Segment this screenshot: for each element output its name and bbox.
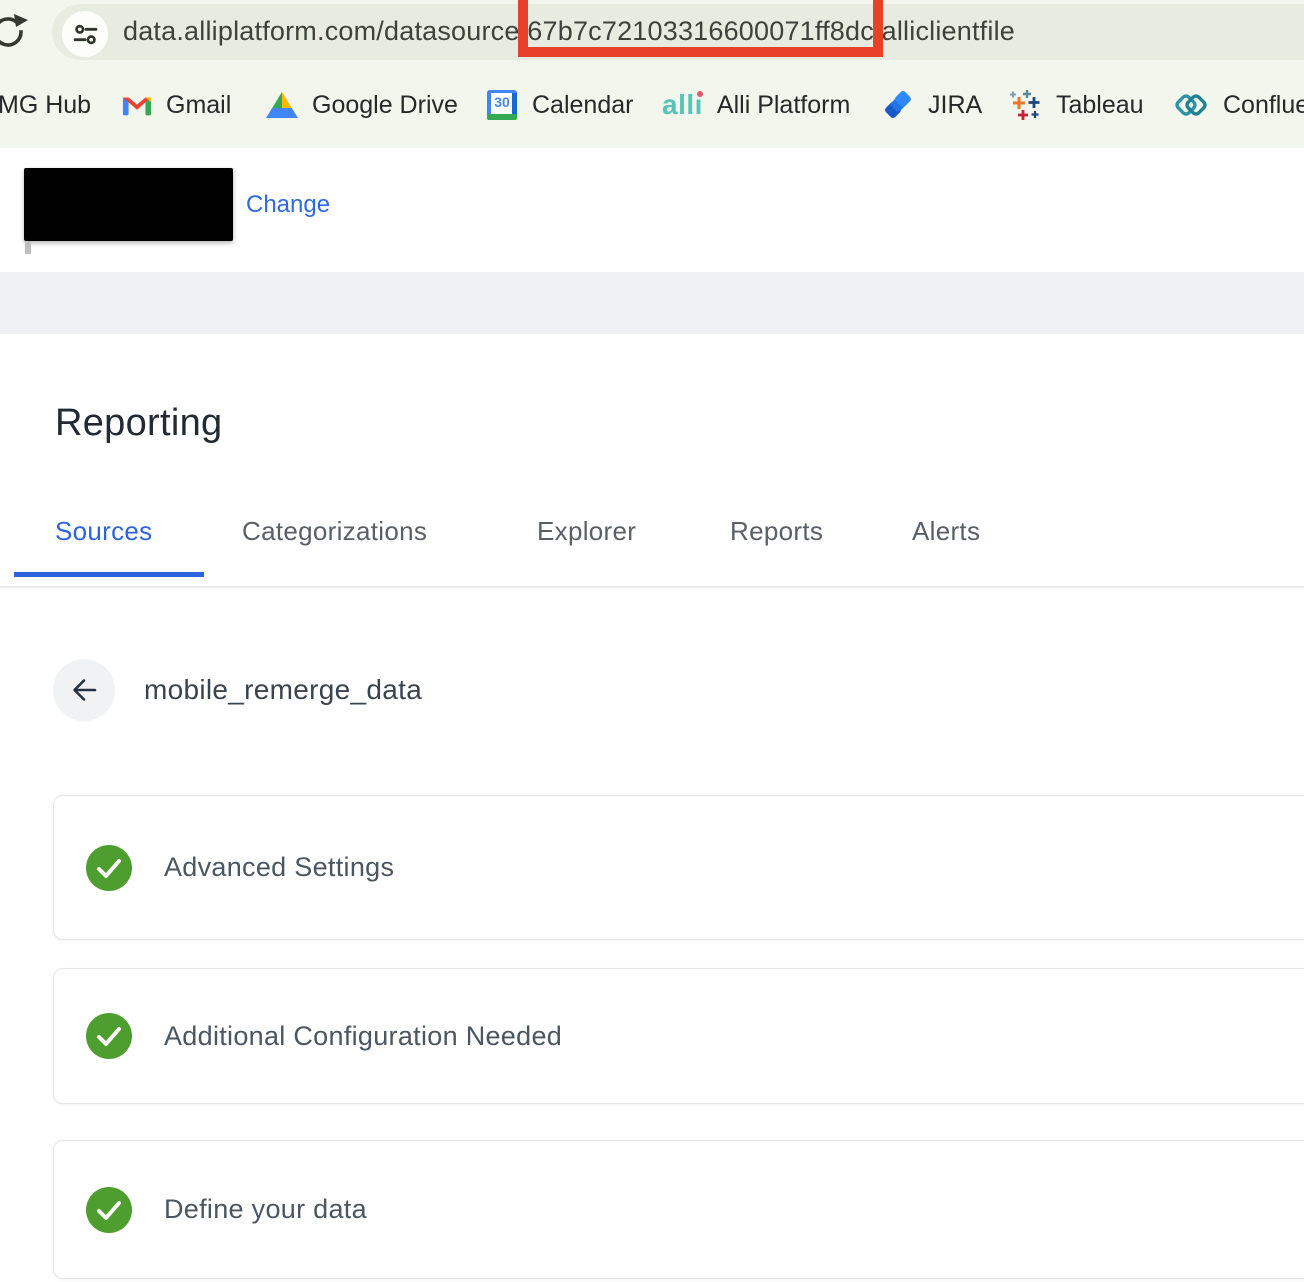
step-card-additional-configuration[interactable]: Additional Configuration Needed: [53, 968, 1304, 1104]
tab-reports[interactable]: Reports: [730, 516, 823, 547]
url-prefix: data.alliplatform.com/datasource/: [123, 16, 527, 47]
bookmark-gmail[interactable]: Gmail: [122, 62, 231, 148]
tableau-icon: [1008, 88, 1042, 122]
bookmark-label: Calendar: [532, 91, 633, 120]
bookmark-jira[interactable]: JIRA: [882, 62, 982, 148]
calendar-icon: 30: [486, 89, 518, 121]
confluence-icon: [1173, 89, 1209, 121]
check-circle-icon: [86, 1187, 132, 1233]
google-drive-icon: [266, 91, 298, 119]
url-text[interactable]: data.alliplatform.com/datasource/67b7c72…: [123, 0, 1015, 62]
step-card-define-your-data[interactable]: Define your data: [53, 1140, 1304, 1279]
back-arrow-icon: [68, 674, 100, 706]
bookmark-tableau[interactable]: Tableau: [1008, 62, 1144, 148]
gmail-icon: [122, 93, 152, 117]
tab-alerts[interactable]: Alerts: [912, 516, 980, 547]
bookmark-mg-hub[interactable]: MG Hub: [0, 62, 91, 148]
url-datasource-id: 67b7c72103316600071ff8dc: [527, 16, 874, 47]
bookmark-label: JIRA: [928, 91, 982, 120]
bookmark-label: Tableau: [1056, 91, 1144, 120]
step-card-label: Advanced Settings: [164, 852, 394, 883]
step-card-advanced-settings[interactable]: Advanced Settings: [53, 795, 1304, 940]
bookmark-label: Conflue: [1223, 91, 1304, 120]
bookmark-label: Alli Platform: [717, 91, 850, 120]
screen: data.alliplatform.com/datasource/67b7c72…: [0, 0, 1304, 1282]
tab-explorer[interactable]: Explorer: [537, 516, 636, 547]
bookmarks-bar: MG Hub Gmail Google Drive: [0, 62, 1304, 148]
tabs-divider-line: [0, 586, 1304, 588]
tab-categorizations[interactable]: Categorizations: [242, 516, 427, 547]
header-divider-band: [0, 272, 1304, 334]
bookmark-label: Google Drive: [312, 91, 458, 120]
reload-icon[interactable]: [0, 10, 30, 54]
bookmark-confluence[interactable]: Conflue: [1173, 62, 1304, 148]
url-suffix: /alliclientfile: [874, 16, 1015, 47]
step-card-label: Additional Configuration Needed: [164, 1021, 562, 1052]
calendar-day-number: 30: [486, 94, 518, 110]
jira-icon: [882, 89, 914, 121]
redaction-artifact: [25, 241, 31, 254]
alli-logo-icon: allı: [662, 91, 703, 119]
change-link[interactable]: Change: [246, 168, 330, 241]
datasource-name: mobile_remerge_data: [144, 659, 422, 721]
bookmark-alli-platform[interactable]: allı Alli Platform: [662, 62, 850, 148]
site-settings-button[interactable]: [62, 11, 108, 57]
redacted-account-name: [24, 168, 233, 241]
browser-toolbar: data.alliplatform.com/datasource/67b7c72…: [0, 0, 1304, 62]
active-tab-underline: [14, 572, 204, 577]
step-card-label: Define your data: [164, 1194, 367, 1225]
bookmark-google-drive[interactable]: Google Drive: [266, 62, 458, 148]
bookmark-calendar[interactable]: 30 Calendar: [486, 62, 633, 148]
check-circle-icon: [86, 845, 132, 891]
tab-sources[interactable]: Sources: [55, 516, 152, 547]
page-title: Reporting: [55, 402, 222, 445]
bookmark-label: Gmail: [166, 91, 231, 120]
bookmark-label: MG Hub: [0, 91, 91, 120]
back-button[interactable]: [53, 659, 115, 721]
check-circle-icon: [86, 1013, 132, 1059]
tune-icon: [72, 21, 99, 48]
